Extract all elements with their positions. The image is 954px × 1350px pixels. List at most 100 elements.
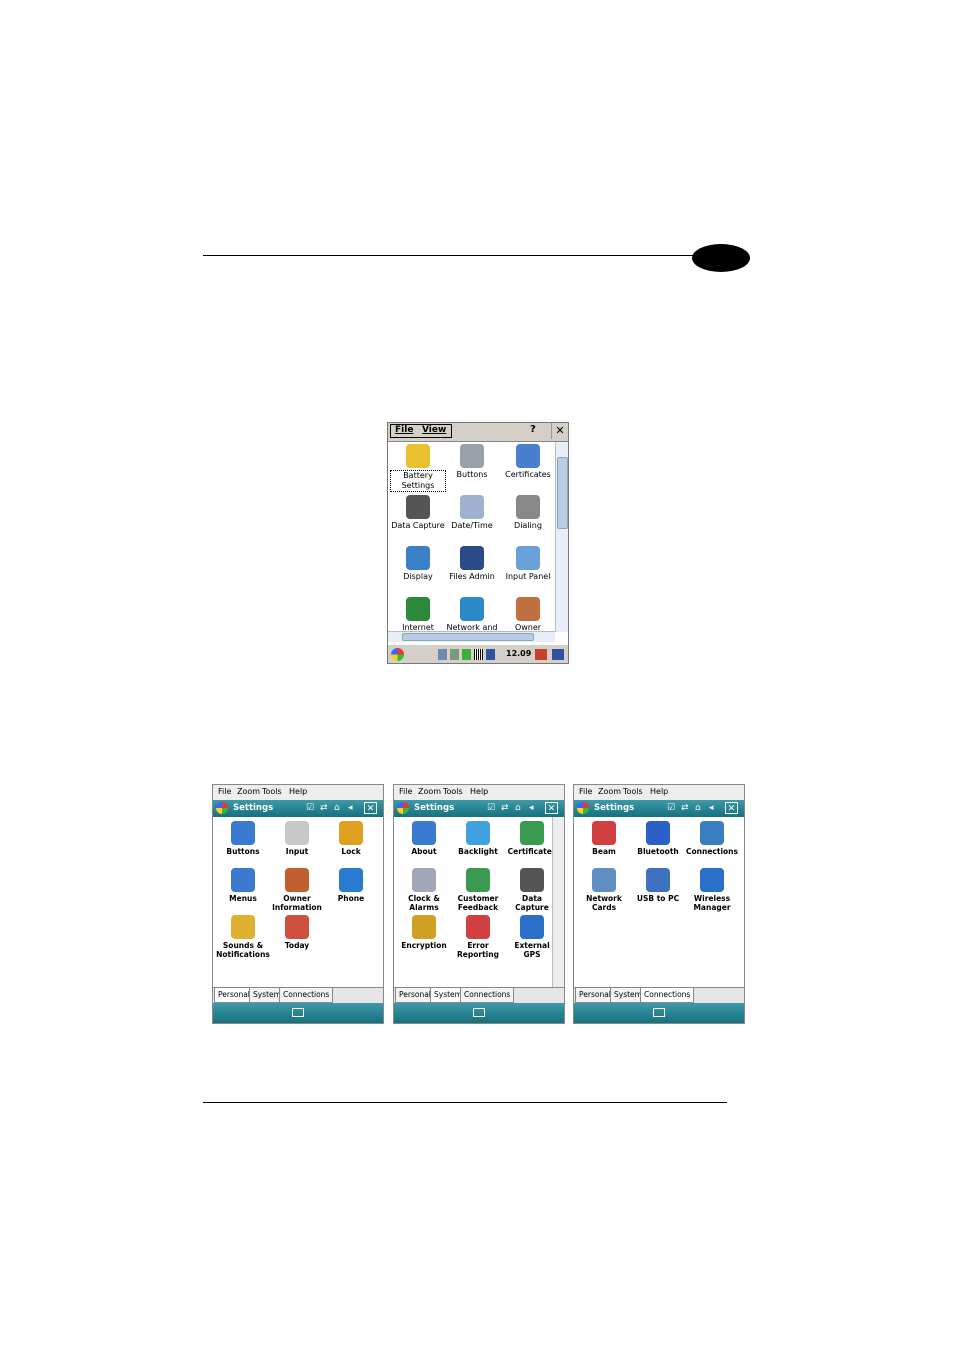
wifi-tray-icon[interactable] bbox=[486, 649, 495, 660]
keyboard-icon[interactable] bbox=[473, 1008, 485, 1017]
clock-text[interactable]: 12.09 bbox=[506, 649, 531, 658]
network-tray-icon[interactable] bbox=[438, 649, 447, 660]
setting-clock-alarms[interactable]: Clock & Alarms bbox=[397, 868, 451, 912]
horizontal-scroll-thumb[interactable] bbox=[402, 633, 534, 641]
ce-setting-files-admin[interactable]: Files Admin bbox=[444, 546, 500, 582]
setting-owner-information[interactable]: Owner Information bbox=[270, 868, 324, 912]
sync-icon[interactable]: ⇄ bbox=[681, 803, 689, 813]
setting-menus[interactable]: Menus bbox=[216, 868, 270, 903]
menu-view[interactable]: View bbox=[422, 425, 446, 435]
connectivity-icon[interactable]: ☑ bbox=[306, 803, 314, 813]
menu-zoom[interactable]: Zoom bbox=[237, 787, 260, 796]
certificates-icon bbox=[520, 821, 544, 845]
setting-sounds-notifications[interactable]: Sounds & Notifications bbox=[216, 915, 270, 959]
ce-setting-battery-settings[interactable]: Battery Settings bbox=[390, 444, 446, 492]
signal-icon[interactable]: ⌂ bbox=[334, 803, 340, 813]
menu-tools[interactable]: Tools bbox=[262, 787, 282, 796]
setting-today[interactable]: Today bbox=[270, 915, 324, 950]
ce-setting-display[interactable]: Display bbox=[390, 546, 446, 582]
softkey-bar bbox=[394, 1003, 564, 1023]
setting-network-cards[interactable]: Network Cards bbox=[577, 868, 631, 912]
close-icon[interactable]: ✕ bbox=[551, 423, 568, 439]
windows-logo-icon[interactable] bbox=[577, 802, 589, 814]
ce-setting-input-panel[interactable]: Input Panel bbox=[500, 546, 555, 582]
sync-icon[interactable]: ⇄ bbox=[501, 803, 509, 813]
tab-connections[interactable]: Connections bbox=[640, 988, 695, 1003]
signal-icon[interactable]: ⌂ bbox=[695, 803, 701, 813]
menu-zoom[interactable]: Zoom bbox=[418, 787, 441, 796]
close-icon[interactable]: ✕ bbox=[545, 802, 558, 814]
menu-zoom[interactable]: Zoom bbox=[598, 787, 621, 796]
tab-connections[interactable]: Connections bbox=[460, 988, 515, 1003]
keyboard-icon[interactable] bbox=[292, 1008, 304, 1017]
wm-personal-screenshot: File Zoom Tools Help Settings ☑ ⇄ ⌂ ◂ ✕ Buttons Inp… bbox=[212, 784, 384, 1024]
setting-backlight[interactable]: Backlight bbox=[451, 821, 505, 856]
menu-file[interactable]: File bbox=[218, 787, 231, 796]
menu-file[interactable]: File bbox=[579, 787, 592, 796]
tab-personal[interactable]: Personal bbox=[395, 988, 435, 1003]
vertical-scroll-thumb[interactable] bbox=[557, 457, 568, 529]
ce-setting-certificates[interactable]: Certificates bbox=[500, 444, 555, 480]
ce-setting-data-capture[interactable]: Data Capture bbox=[390, 495, 446, 531]
menu-help[interactable]: Help bbox=[470, 787, 488, 796]
volume-icon[interactable]: ◂ bbox=[348, 803, 353, 813]
setting-beam[interactable]: Beam bbox=[577, 821, 631, 856]
ce-setting-label: Dialing bbox=[514, 521, 542, 530]
setting-phone[interactable]: Phone bbox=[324, 868, 378, 903]
ce-setting-internet[interactable]: Internet bbox=[390, 597, 446, 632]
windows-logo-icon[interactable] bbox=[397, 802, 409, 814]
connectivity-icon[interactable]: ☑ bbox=[667, 803, 675, 813]
connectivity-icon[interactable]: ☑ bbox=[487, 803, 495, 813]
ce-setting-owner[interactable]: Owner bbox=[500, 597, 555, 632]
usb-icon bbox=[646, 868, 670, 892]
signal-icon[interactable]: ⌂ bbox=[515, 803, 521, 813]
keyboard-icon[interactable] bbox=[653, 1008, 665, 1017]
settings-tabs: Personal System Connections bbox=[213, 987, 383, 1004]
sync-icon[interactable]: ⇄ bbox=[320, 803, 328, 813]
windows-logo-icon[interactable] bbox=[216, 802, 228, 814]
setting-bluetooth[interactable]: Bluetooth bbox=[631, 821, 685, 856]
menu-file[interactable]: File bbox=[395, 425, 413, 435]
sd-tray-icon[interactable] bbox=[450, 649, 459, 660]
setting-customer-feedback[interactable]: Customer Feedback bbox=[451, 868, 505, 912]
setting-lock[interactable]: Lock bbox=[324, 821, 378, 856]
setting-wireless-manager[interactable]: Wireless Manager bbox=[685, 868, 739, 912]
tab-personal[interactable]: Personal bbox=[214, 988, 254, 1003]
start-icon[interactable] bbox=[391, 648, 404, 661]
battery-tray-icon[interactable] bbox=[462, 649, 471, 660]
desktop-tray-icon[interactable] bbox=[552, 649, 564, 660]
tab-personal[interactable]: Personal bbox=[575, 988, 615, 1003]
menu-tools[interactable]: Tools bbox=[443, 787, 463, 796]
setting-external-gps[interactable]: External GPS bbox=[505, 915, 559, 959]
ce-setting-label: Certificates bbox=[505, 470, 551, 479]
setting-error-reporting[interactable]: Error Reporting bbox=[451, 915, 505, 959]
tab-connections[interactable]: Connections bbox=[279, 988, 334, 1003]
ce-menubar: File View ? ✕ bbox=[388, 423, 568, 442]
setting-buttons[interactable]: Buttons bbox=[216, 821, 270, 856]
ce-setting-dialing[interactable]: Dialing bbox=[500, 495, 555, 531]
menu-file[interactable]: File bbox=[399, 787, 412, 796]
menu-help[interactable]: Help bbox=[650, 787, 668, 796]
close-icon[interactable]: ✕ bbox=[364, 802, 377, 814]
menu-help[interactable]: Help bbox=[289, 787, 307, 796]
volume-icon[interactable]: ◂ bbox=[529, 803, 534, 813]
vertical-scrollbar[interactable] bbox=[552, 817, 564, 987]
volume-icon[interactable]: ◂ bbox=[709, 803, 714, 813]
barcode-tray-icon[interactable] bbox=[474, 649, 483, 660]
ce-setting-date-time[interactable]: Date/Time bbox=[444, 495, 500, 531]
setting-data-capture[interactable]: Data Capture bbox=[505, 868, 559, 912]
ce-setting-buttons[interactable]: Buttons bbox=[444, 444, 500, 480]
ce-setting-network-and[interactable]: Network and bbox=[444, 597, 500, 632]
close-icon[interactable]: ✕ bbox=[725, 802, 738, 814]
help-icon[interactable]: ? bbox=[530, 424, 536, 435]
network-card-icon bbox=[592, 868, 616, 892]
setting-connections[interactable]: Connections bbox=[685, 821, 739, 856]
menu-tools[interactable]: Tools bbox=[623, 787, 643, 796]
ce-setting-label: Battery Settings bbox=[390, 470, 446, 492]
input-tray-icon[interactable] bbox=[535, 649, 547, 660]
setting-certificates[interactable]: Certificates bbox=[505, 821, 559, 856]
setting-encryption[interactable]: Encryption bbox=[397, 915, 451, 950]
setting-about[interactable]: About bbox=[397, 821, 451, 856]
setting-input[interactable]: Input bbox=[270, 821, 324, 856]
setting-usb-to-pc[interactable]: USB to PC bbox=[631, 868, 685, 903]
